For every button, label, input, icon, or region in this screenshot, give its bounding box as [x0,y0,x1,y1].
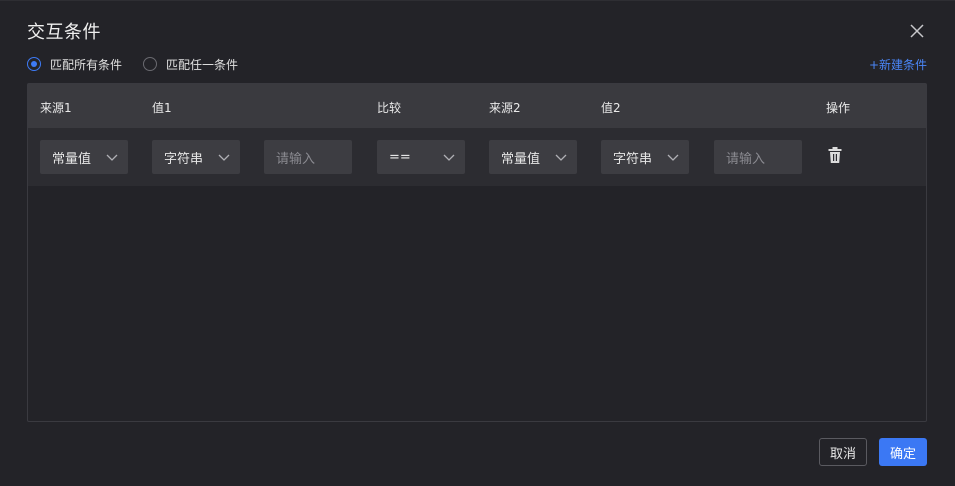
value2-type-select[interactable]: 字符串 [601,140,689,174]
cancel-button[interactable]: 取消 [819,438,867,466]
interaction-conditions-dialog: 交互条件 匹配所有条件 匹配任一条件 +新建条件 来源1 值1 比较 来源2 值… [0,0,955,486]
radio-match-any-label: 匹配任一条件 [166,57,239,72]
match-mode-group: 匹配所有条件 匹配任一条件 [27,55,259,73]
header-actions: 操作 [826,101,851,115]
chevron-down-icon [555,154,567,161]
value1-type-value: 字符串 [164,151,204,167]
radio-match-all[interactable]: 匹配所有条件 [27,56,122,73]
delete-condition-button[interactable] [827,146,843,164]
value1-type-select[interactable]: 字符串 [152,140,240,174]
trash-icon [828,147,842,163]
chevron-down-icon [106,154,118,161]
chevron-down-icon [667,154,679,161]
header-value1: 值1 [152,101,172,115]
radio-checked-icon [27,57,41,71]
header-source2: 来源2 [489,101,521,115]
source2-select-value: 常量值 [501,151,541,167]
source1-select-value: 常量值 [52,151,92,167]
top-divider [0,0,955,1]
conditions-table: 来源1 值1 比较 来源2 值2 操作 常量值 字符串 请输入 == 常量值 字… [27,83,927,422]
chevron-down-icon [218,154,230,161]
compare-select-value: == [389,149,411,165]
source1-select[interactable]: 常量值 [40,140,128,174]
close-icon [910,24,924,38]
chevron-down-icon [443,154,455,161]
radio-match-any[interactable]: 匹配任一条件 [143,56,238,73]
radio-match-all-label: 匹配所有条件 [50,57,123,72]
table-header: 来源1 值1 比较 来源2 值2 操作 [28,84,926,128]
confirm-button[interactable]: 确定 [879,438,927,466]
table-row: 常量值 字符串 请输入 == 常量值 字符串 请输入 [28,128,926,186]
source2-select[interactable]: 常量值 [489,140,577,174]
close-button[interactable] [908,22,926,40]
new-condition-link[interactable]: +新建条件 [869,56,927,73]
compare-select[interactable]: == [377,140,465,174]
dialog-title: 交互条件 [27,22,101,43]
header-value2: 值2 [601,101,621,115]
header-source1: 来源1 [40,101,72,115]
value1-input[interactable]: 请输入 [264,140,352,174]
value2-input[interactable]: 请输入 [714,140,802,174]
value2-type-value: 字符串 [613,151,653,167]
header-compare: 比较 [377,101,402,115]
radio-unchecked-icon [143,57,158,71]
